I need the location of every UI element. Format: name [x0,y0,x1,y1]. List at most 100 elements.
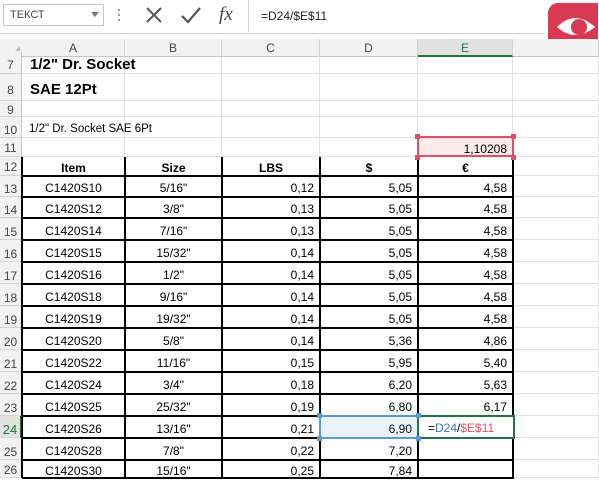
cell-eur[interactable]: 4,58 [418,176,513,197]
row-header-22[interactable]: 22 [0,372,22,394]
row-header-7[interactable]: 7 [0,51,22,74]
row-header-19[interactable]: 19 [0,306,22,328]
row-header-24[interactable]: 24 [0,416,22,438]
cell-lbs[interactable]: 0,15 [222,350,320,372]
cell-eur[interactable]: 4,58 [418,218,513,240]
exchange-rate-cell[interactable]: 1,10208 [418,138,513,157]
selection-handle[interactable] [511,155,516,160]
column-header-d[interactable]: D [320,39,418,57]
table-header-size[interactable]: Size [125,157,222,176]
cell-size[interactable]: 15/32" [125,240,222,262]
selection-handle[interactable] [415,134,420,139]
table-header-usd[interactable]: $ [320,157,418,176]
cell-item[interactable]: C1420S14 [22,218,125,240]
cell-usd[interactable]: 5,05 [320,284,418,306]
cell-usd[interactable]: 5,05 [320,218,418,240]
selection-handle[interactable] [416,413,421,418]
cell-eur[interactable]: 6,17 [418,394,513,416]
cell-lbs[interactable]: 0,25 [222,460,320,478]
cell-eur[interactable]: 5,63 [418,372,513,394]
row-header-25[interactable]: 25 [0,438,22,460]
cell-usd[interactable]: 6,80 [320,394,418,416]
selection-handle[interactable] [416,436,421,441]
cell-item[interactable]: C1420S20 [22,328,125,350]
cell-usd[interactable]: 5,05 [320,306,418,328]
cell-lbs[interactable]: 0,19 [222,394,320,416]
row-header-21[interactable]: 21 [0,350,22,372]
cell-lbs[interactable]: 0,18 [222,372,320,394]
row-header-11[interactable]: 11 [0,138,22,157]
row-header-8[interactable]: 8 [0,74,22,101]
sheet-subtitle[interactable]: SAE 12Pt [22,74,322,101]
row-header-18[interactable]: 18 [0,284,22,306]
cell-size[interactable]: 3/8" [125,197,222,218]
cell-eur[interactable]: 4,58 [418,240,513,262]
cell-usd[interactable]: 7,20 [320,438,418,460]
cell-item[interactable]: C1420S12 [22,197,125,218]
row-header-10[interactable]: 10 [0,117,22,138]
cell-usd[interactable]: 5,95 [320,350,418,372]
row-header-16[interactable]: 16 [0,240,22,262]
cell-lbs[interactable]: 0,22 [222,438,320,460]
cell-item[interactable]: C1420S15 [22,240,125,262]
cell-size[interactable]: 5/16" [125,176,222,197]
row-header-9[interactable]: 9 [0,101,22,117]
cell-item[interactable]: C1420S10 [22,176,125,197]
row-header-15[interactable]: 15 [0,218,22,240]
cell-lbs[interactable]: 0,14 [222,284,320,306]
cell-usd[interactable]: 5,05 [320,197,418,218]
sheet-title[interactable]: 1/2" Dr. Socket [22,51,322,74]
cell-eur[interactable]: 4,58 [418,284,513,306]
enter-button[interactable] [178,3,204,28]
cell-lbs[interactable]: 0,13 [222,197,320,218]
table-header-eur[interactable]: € [418,157,513,176]
cell-size[interactable]: 7/16" [125,218,222,240]
cell-item[interactable]: C1420S28 [22,438,125,460]
cancel-button[interactable] [141,3,167,28]
cell-size[interactable]: 1/2" [125,262,222,284]
row-header-12[interactable]: 12 [0,157,22,176]
row-header-26[interactable]: 26 [0,460,22,478]
selection-handle[interactable] [511,134,516,139]
cell-item[interactable]: C1420S19 [22,306,125,328]
row-header-20[interactable]: 20 [0,328,22,350]
row-header-14[interactable]: 14 [0,197,22,218]
selection-handle[interactable] [415,155,420,160]
column-header-f[interactable] [513,39,599,57]
cell-lbs[interactable]: 0,14 [222,306,320,328]
cell-eur[interactable]: 4,58 [418,262,513,284]
cell-usd[interactable]: 5,05 [320,240,418,262]
cell-lbs[interactable]: 0,13 [222,218,320,240]
chevron-down-icon[interactable] [91,12,99,17]
formula-input[interactable]: =D24/$E$11 [248,0,539,32]
cell-size[interactable]: 3/4" [125,372,222,394]
cell-lbs[interactable]: 0,14 [222,328,320,350]
name-box[interactable]: ТЕКСТ [3,4,104,26]
cell-item[interactable]: C1420S24 [22,372,125,394]
cell-usd[interactable]: 6,20 [320,372,418,394]
cell-usd[interactable]: 5,36 [320,328,418,350]
cell-lbs[interactable]: 0,14 [222,262,320,284]
cell-item[interactable]: C1420S25 [22,394,125,416]
cell-eur[interactable]: 4,58 [418,306,513,328]
cell-eur[interactable]: 5,40 [418,350,513,372]
row-header-13[interactable]: 13 [0,176,22,197]
row-header-23[interactable]: 23 [0,394,22,416]
cell-item[interactable]: C1420S18 [22,284,125,306]
cell-item[interactable]: C1420S30 [22,460,125,478]
insert-function-button[interactable]: fx [215,3,241,28]
row-header-17[interactable]: 17 [0,262,22,284]
cell-size[interactable]: 13/16" [125,416,222,438]
cell-size[interactable]: 5/8" [125,328,222,350]
cell-size[interactable]: 25/32" [125,394,222,416]
section-label[interactable]: 1/2" Dr. Socket SAE 6Pt [22,117,322,138]
cell-size[interactable]: 7/8" [125,438,222,460]
selection-handle[interactable] [317,413,322,418]
cell-item[interactable]: C1420S22 [22,350,125,372]
cell-usd[interactable]: 5,05 [320,176,418,197]
table-header-item[interactable]: Item [22,157,125,176]
cell-item[interactable]: C1420S16 [22,262,125,284]
table-header-lbs[interactable]: LBS [222,157,320,176]
cell-size[interactable]: 11/16" [125,350,222,372]
cell-lbs[interactable]: 0,21 [222,416,320,438]
